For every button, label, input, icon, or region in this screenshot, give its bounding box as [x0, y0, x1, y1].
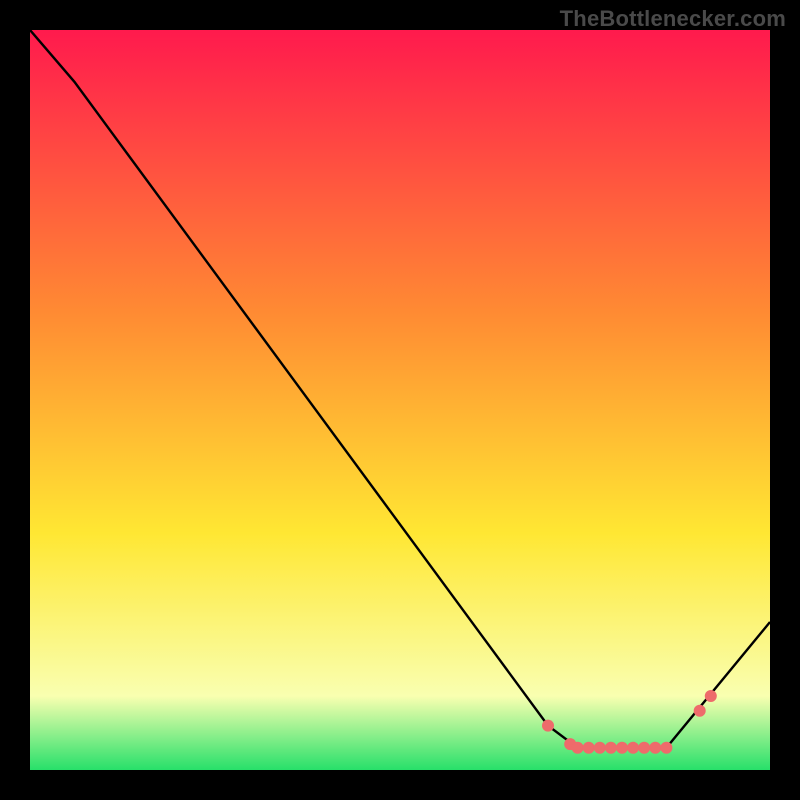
marker-dot [594, 742, 606, 754]
marker-dot [649, 742, 661, 754]
marker-dot [583, 742, 595, 754]
marker-dot [660, 742, 672, 754]
marker-dot [627, 742, 639, 754]
marker-dot [572, 742, 584, 754]
marker-dot [638, 742, 650, 754]
marker-dot [694, 705, 706, 717]
marker-dot [605, 742, 617, 754]
gradient-background [30, 30, 770, 770]
chart-svg [30, 30, 770, 770]
marker-dot [542, 720, 554, 732]
attribution-label: TheBottlenecker.com [560, 6, 786, 32]
plot-area [30, 30, 770, 770]
marker-dot [616, 742, 628, 754]
marker-dot [705, 690, 717, 702]
chart-frame: TheBottlenecker.com [0, 0, 800, 800]
